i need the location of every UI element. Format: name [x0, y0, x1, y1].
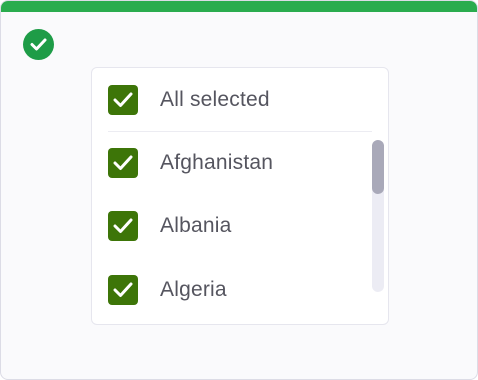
card: All selected Afghanistan Albania Algeria — [0, 0, 478, 380]
select-all-option[interactable]: All selected — [92, 80, 372, 120]
scrollbar-track[interactable] — [372, 140, 384, 292]
select-all-checkbox[interactable] — [108, 85, 138, 115]
option-label: Albania — [160, 214, 232, 237]
country-multiselect-list: All selected Afghanistan Albania Algeria — [91, 67, 389, 325]
checkmark-icon — [113, 218, 133, 233]
list-item-afghanistan[interactable]: Afghanistan — [92, 143, 362, 183]
checkmark-icon — [113, 92, 133, 107]
list-item-albania[interactable]: Albania — [92, 206, 362, 246]
success-check-icon — [23, 29, 54, 60]
option-checkbox[interactable] — [108, 211, 138, 241]
select-all-label: All selected — [160, 88, 270, 111]
list-divider — [108, 131, 372, 132]
checkmark-icon — [113, 155, 133, 170]
option-checkbox[interactable] — [108, 275, 138, 305]
option-checkbox[interactable] — [108, 148, 138, 178]
option-label: Algeria — [160, 278, 227, 301]
option-label: Afghanistan — [160, 151, 274, 174]
success-accent-bar — [1, 1, 477, 12]
checkmark-icon — [113, 282, 133, 297]
list-item-algeria[interactable]: Algeria — [92, 270, 362, 310]
scrollbar-thumb[interactable] — [372, 140, 384, 194]
